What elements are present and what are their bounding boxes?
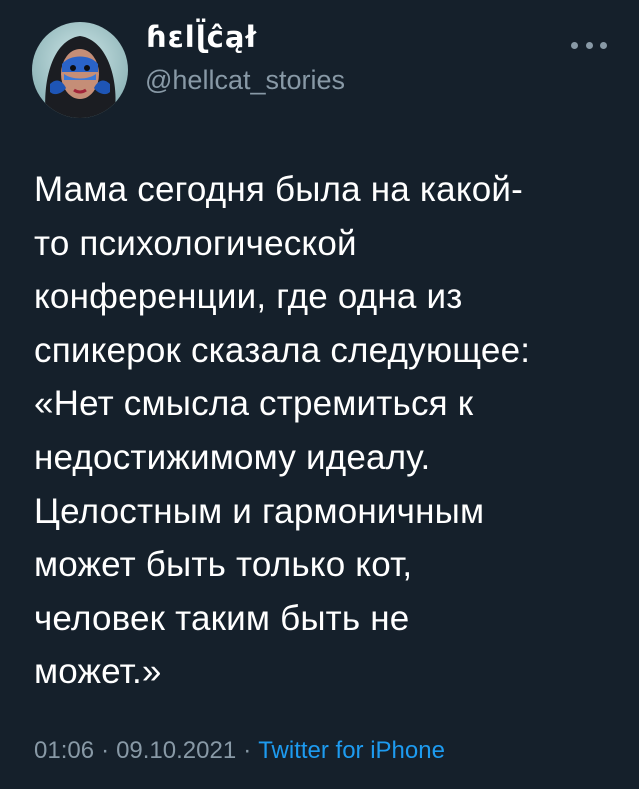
tweet-metadata: 01:06 · 09.10.2021 · Twitter for iPhone bbox=[34, 737, 445, 765]
tweet-text-line: может.» bbox=[34, 652, 162, 692]
meta-separator: · bbox=[101, 737, 110, 764]
tweet-text-line: недостижимому идеалу. bbox=[34, 437, 431, 477]
more-horizontal-icon bbox=[585, 41, 593, 49]
tweet-text-line: то психологической bbox=[34, 223, 357, 263]
tweet-text-line: «Нет смысла стремиться к bbox=[34, 384, 474, 424]
tweet-text: Мама сегодня была на какой- то психологи… bbox=[34, 163, 624, 699]
tweet-text-line: может быть только кот, bbox=[34, 545, 413, 585]
avatar-illustration bbox=[32, 22, 128, 118]
tweet-text-line: спикерок сказала следующее: bbox=[34, 330, 531, 370]
tweet-text-line: Мама сегодня была на какой- bbox=[34, 170, 524, 209]
display-name[interactable]: ɦɛlɭ̈ĉął bbox=[146, 20, 257, 54]
more-horizontal-icon bbox=[571, 41, 578, 49]
tweet: ɦɛlɭ̈ĉął @hellcat_stories Мама сегодня б… bbox=[0, 0, 639, 789]
meta-separator: · bbox=[243, 737, 252, 764]
tweet-text-line: человек таким быть не bbox=[34, 598, 410, 638]
avatar[interactable] bbox=[32, 22, 128, 118]
more-horizontal-icon bbox=[600, 41, 607, 49]
tweet-date[interactable]: 09.10.2021 bbox=[116, 737, 236, 764]
user-handle[interactable]: @hellcat_stories bbox=[145, 65, 345, 96]
tweet-source-link[interactable]: Twitter for iPhone bbox=[258, 737, 445, 764]
tweet-time[interactable]: 01:06 bbox=[34, 737, 94, 764]
more-options-button[interactable] bbox=[571, 36, 607, 54]
tweet-text-line: Целостным и гармоничным bbox=[34, 491, 485, 531]
tweet-text-line: конференции, где одна из bbox=[34, 277, 463, 317]
